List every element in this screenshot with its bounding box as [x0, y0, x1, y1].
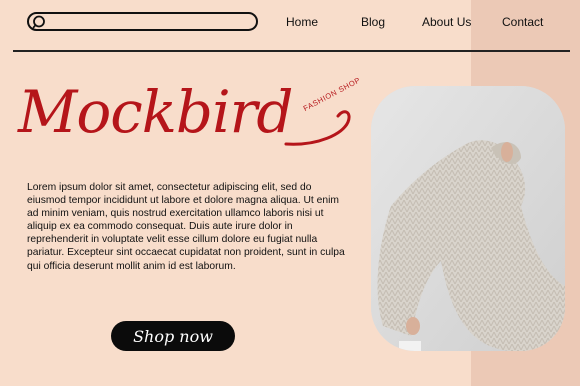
shop-now-button[interactable]: Shop now [111, 321, 235, 351]
search-icon [32, 15, 46, 29]
description-text: Lorem ipsum dolor sit amet, consectetur … [27, 182, 345, 272]
brand-swash [284, 110, 351, 146]
search-bar[interactable] [27, 12, 258, 31]
nav-home[interactable]: Home [286, 15, 318, 29]
nav-about-us[interactable]: About Us [422, 15, 471, 29]
nav-divider [13, 50, 570, 52]
search-input[interactable] [51, 14, 255, 31]
nav-blog[interactable]: Blog [361, 15, 385, 29]
nav-contact[interactable]: Contact [502, 15, 543, 29]
hero-photo [371, 86, 565, 351]
